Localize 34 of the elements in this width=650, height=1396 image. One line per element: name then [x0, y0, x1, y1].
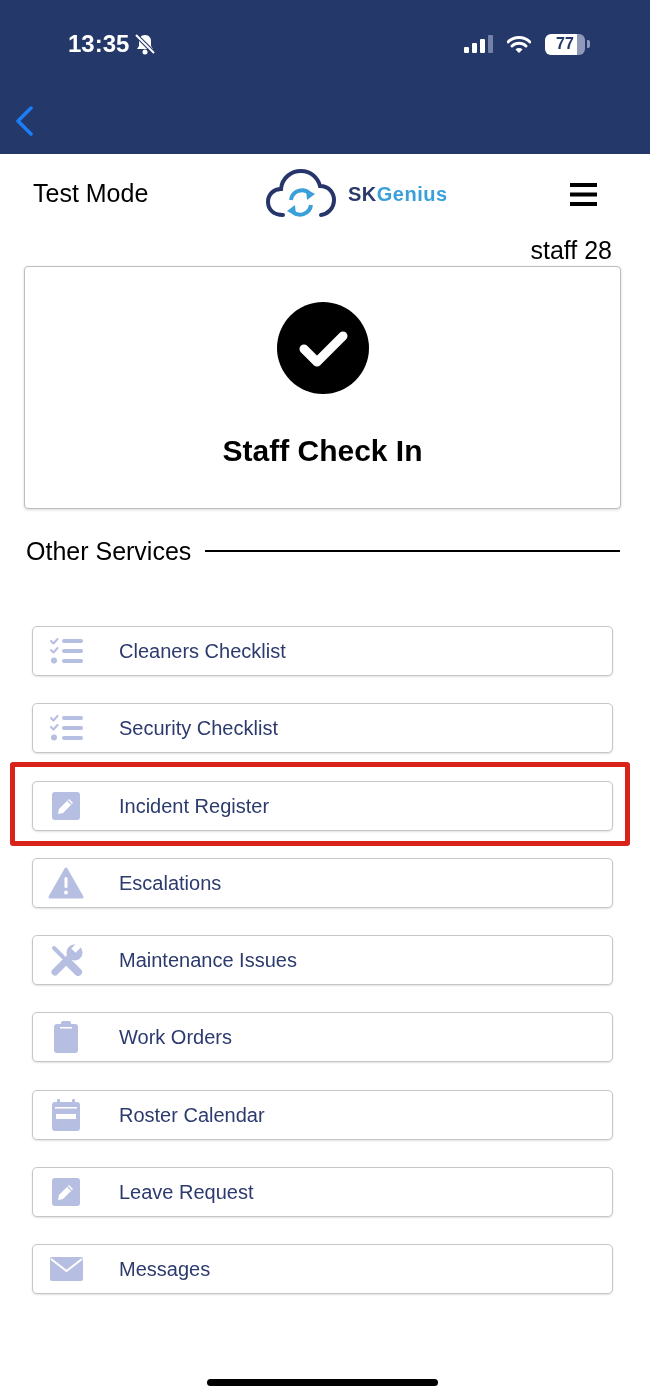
- brand-name: SKGenius: [348, 184, 448, 204]
- check-circle-icon: [276, 302, 369, 394]
- warning-icon: [48, 866, 84, 899]
- pencil-square-icon: [52, 1177, 80, 1206]
- menu-icon: [570, 182, 597, 206]
- checklist-icon: [49, 638, 83, 664]
- menu-button[interactable]: [570, 182, 597, 206]
- service-button[interactable]: Escalations: [32, 857, 613, 908]
- calendar-icon: [52, 1098, 80, 1131]
- wifi-icon: [507, 35, 531, 53]
- cloud-sync-icon: [266, 169, 336, 219]
- clipboard-icon: [54, 1021, 78, 1054]
- section-title: Other Services: [26, 538, 192, 564]
- service-button[interactable]: Incident Register: [32, 780, 613, 831]
- service-button[interactable]: Maintenance Issues: [32, 935, 613, 985]
- check-in-card[interactable]: Staff Check In: [24, 266, 621, 509]
- pencil-square-icon: [52, 791, 80, 820]
- service-button[interactable]: Cleaners Checklist: [32, 626, 613, 676]
- signal-icon: [464, 35, 493, 53]
- service-button[interactable]: Leave Request: [32, 1166, 613, 1217]
- tools-icon: [49, 943, 83, 977]
- status-time: 13:35: [68, 32, 130, 56]
- battery-indicator: 77: [545, 33, 590, 55]
- bell-muted-icon: [134, 33, 157, 55]
- service-button[interactable]: Roster Calendar: [32, 1089, 613, 1140]
- mode-label: Test Mode: [33, 179, 149, 208]
- service-button[interactable]: Work Orders: [32, 1012, 613, 1063]
- user-name: staff 28: [530, 237, 612, 263]
- checklist-icon: [49, 715, 83, 742]
- envelope-icon: [49, 1257, 83, 1281]
- service-button[interactable]: Security Checklist: [32, 703, 613, 754]
- back-button[interactable]: [13, 104, 35, 138]
- service-button[interactable]: Messages: [32, 1244, 613, 1294]
- back-chevron-icon: [15, 106, 33, 136]
